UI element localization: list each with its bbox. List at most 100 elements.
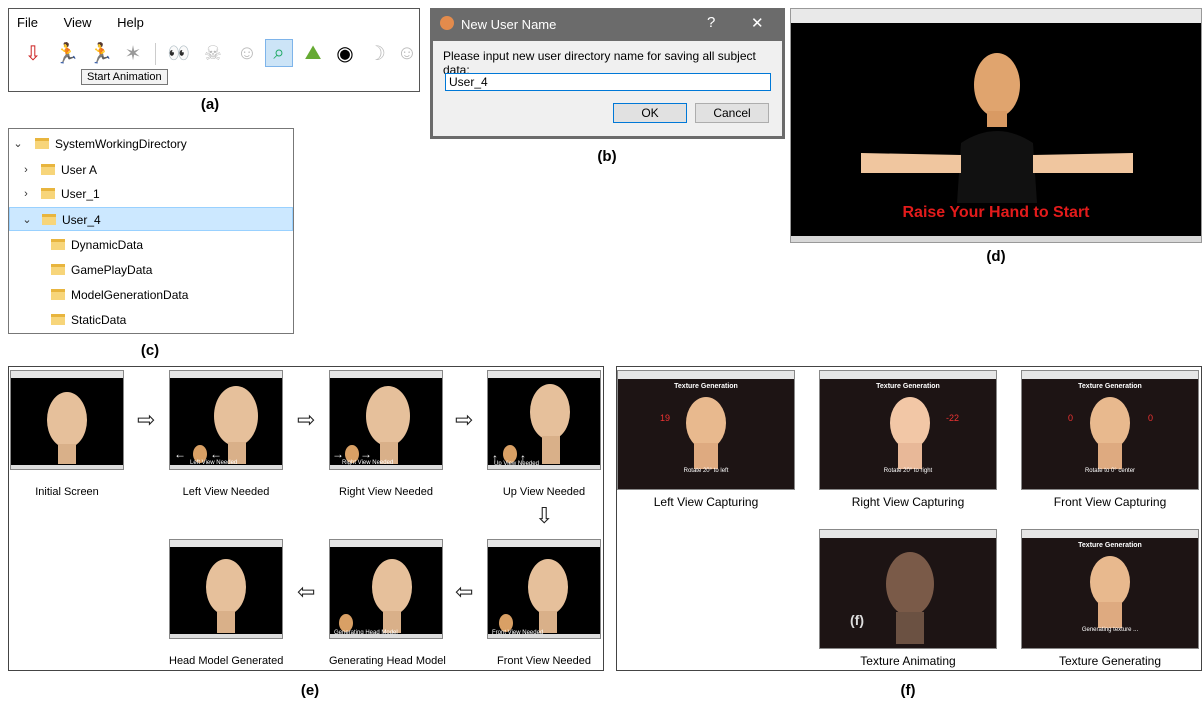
tree-item[interactable]: › User_1: [9, 182, 293, 206]
caption-b: (b): [597, 148, 617, 165]
eye-icon[interactable]: ◉: [331, 39, 359, 67]
texture-thumbnail: Texture Generation 19 Rotate 20° to left: [617, 370, 795, 490]
step-thumbnail: Front View Needed: [487, 539, 601, 639]
skull-icon[interactable]: ☠: [199, 39, 227, 67]
caption-a: (a): [200, 96, 220, 113]
instruction-text: Rotate 20° to left: [683, 468, 729, 474]
close-button[interactable]: ✕: [751, 14, 764, 32]
caption-f: (f): [900, 682, 916, 699]
step-thumbnail: [169, 539, 283, 639]
tile-label: Right View Capturing: [851, 495, 965, 509]
svg-text:←: ←: [210, 447, 222, 461]
user-name-input[interactable]: User_4: [445, 73, 771, 91]
step-label: Up View Needed: [502, 486, 586, 498]
screen-title: Texture Generation: [1078, 542, 1142, 549]
chevron-down-icon[interactable]: ⌄: [22, 208, 32, 232]
texture-thumbnail: (f): [819, 529, 997, 649]
eyes-icon[interactable]: 👀: [165, 39, 193, 67]
menu-view[interactable]: View: [64, 15, 92, 30]
tree-child[interactable]: StaticData: [9, 308, 293, 332]
ok-button[interactable]: OK: [613, 103, 687, 123]
run-color-icon[interactable]: 🏃: [87, 39, 115, 67]
toolbar-separator: [155, 43, 156, 65]
caption-d: (d): [986, 248, 1006, 265]
tile-label: Texture Animating: [860, 654, 956, 668]
instruction-text: Rotate to 0° center: [1084, 468, 1136, 474]
menu-file[interactable]: File: [17, 15, 38, 30]
texture-thumbnail: Texture Generation -22 Rotate 20° to rig…: [819, 370, 997, 490]
arrow-right-icon: ⇨: [297, 407, 316, 432]
instruction-text: Rotate 20° to right: [883, 468, 933, 474]
head-icon[interactable]: ☺: [233, 39, 261, 67]
step-label: Front View Needed: [497, 655, 591, 667]
screen-title: Texture Generation: [1078, 383, 1142, 390]
face-side-icon[interactable]: ☽: [363, 39, 391, 67]
svg-text:←: ←: [174, 447, 186, 461]
chevron-right-icon[interactable]: ›: [21, 182, 31, 206]
tooltip: Start Animation: [81, 69, 168, 85]
face-icon[interactable]: ☺: [393, 39, 421, 67]
screen-title: Texture Generation: [876, 383, 940, 390]
status-bar: [791, 236, 1201, 242]
import-icon[interactable]: ⇩: [19, 39, 47, 67]
instruction-text: Generating texture ...: [1081, 627, 1139, 633]
folder-icon: [42, 214, 56, 225]
folder-icon: [51, 264, 65, 275]
run-icon[interactable]: 🏃: [53, 39, 81, 67]
svg-text:→: →: [360, 447, 372, 461]
screen-title: Texture Generation: [674, 383, 738, 390]
tree-item-selected[interactable]: ⌄ User_4: [9, 207, 293, 231]
new-user-dialog: New User Name ? ✕ Please input new user …: [430, 8, 785, 139]
dialog-title: New User Name: [461, 17, 557, 32]
svg-text:→: →: [332, 447, 344, 461]
tree-child[interactable]: DynamicData: [9, 233, 293, 257]
tree-child[interactable]: GamePlayData: [9, 258, 293, 282]
folder-icon: [41, 188, 55, 199]
tree-child[interactable]: ModelGenerationData: [9, 283, 293, 307]
tree-root[interactable]: ⌄ SystemWorkingDirectory: [9, 132, 293, 156]
chevron-down-icon[interactable]: ⌄: [13, 132, 23, 156]
analysis-icon[interactable]: ⌕: [265, 39, 293, 67]
step-label: Left View Needed: [182, 486, 270, 498]
tree-item[interactable]: › User A: [9, 158, 293, 182]
tile-label: Left View Capturing: [653, 495, 759, 509]
landscape-icon[interactable]: ⛰: [299, 39, 327, 67]
step-thumbnail: → → Right View Needed: [329, 370, 443, 470]
tree-item-label: User_1: [61, 187, 100, 201]
tree-root-label: SystemWorkingDirectory: [55, 137, 187, 151]
run-disabled-icon[interactable]: ✶: [119, 39, 147, 67]
step-label: Generating Head Model: [329, 655, 446, 667]
tree-item-label: User A: [61, 163, 98, 177]
toolbar-panel: File View Help ⇩ 🏃 🏃 ✶ 👀 ☠ ☺ ⌕ ⛰ ◉ ☽ ☺ S…: [8, 8, 420, 92]
tree-child-label: GamePlayData: [71, 263, 153, 277]
tree-child-label: DynamicData: [71, 238, 144, 252]
app-icon: [440, 16, 454, 30]
head-model-workflow: Initial Screen ⇨ ← ← Left View Needed Lef…: [8, 366, 604, 671]
step-label: Right View Needed: [339, 486, 433, 498]
start-message: Raise Your Hand to Start: [902, 204, 1090, 221]
menu-help[interactable]: Help: [117, 15, 144, 30]
app-toolbar: [791, 9, 1201, 23]
tree-item-label: User_4: [62, 213, 101, 227]
tree-child-label: ModelGenerationData: [71, 288, 189, 302]
folder-icon: [35, 138, 49, 149]
dialog-body: Please input new user directory name for…: [433, 41, 782, 136]
caption-c: (c): [140, 342, 160, 359]
tile-label: Texture Generating: [1058, 654, 1162, 668]
arrow-left-icon: ⇦: [297, 579, 316, 604]
help-button[interactable]: ?: [707, 14, 715, 31]
step-thumbnail: ↑ ↑ Up View Needed: [487, 370, 601, 470]
cancel-button[interactable]: Cancel: [695, 103, 769, 123]
step-thumbnail: Generating Head Model: [329, 539, 443, 639]
step-label: Head Model Generated: [169, 655, 284, 667]
folder-icon: [51, 239, 65, 250]
avatar-figure: [861, 53, 1133, 203]
chevron-right-icon[interactable]: ›: [21, 158, 31, 182]
folder-icon: [41, 164, 55, 175]
directory-tree: ⌄ SystemWorkingDirectory › User A › User…: [8, 128, 294, 334]
texture-thumbnail: Texture Generation 0 0 Rotate to 0° cent…: [1021, 370, 1199, 490]
arrow-right-icon: ⇨: [137, 407, 156, 432]
tile-label: Front View Capturing: [1053, 495, 1167, 509]
texture-generation-panel: Texture Generation 19 Rotate 20° to left…: [616, 366, 1202, 671]
step-thumbnail: ← ← Left View Needed: [169, 370, 283, 470]
